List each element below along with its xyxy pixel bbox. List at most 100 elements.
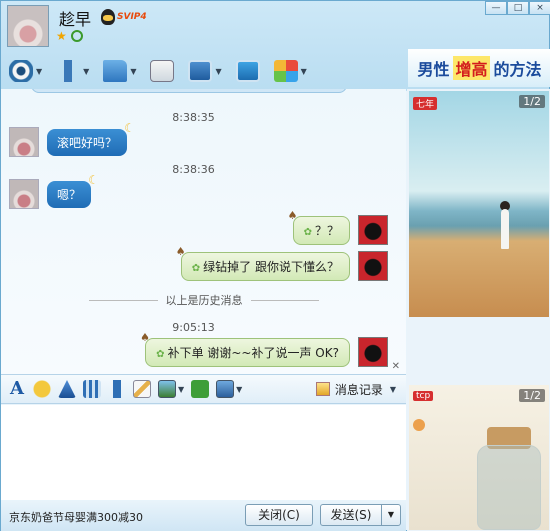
penguin-icon: [101, 9, 115, 25]
doodle-icon[interactable]: [133, 380, 151, 398]
chevron-down-icon[interactable]: ▼: [215, 67, 221, 76]
message-text: 补下单 谢谢~~补了说一声 OK?: [167, 345, 339, 360]
outgoing-message: ♠ ✿ 补下单 谢谢~~补了说一声 OK?: [140, 331, 388, 367]
chevron-down-icon[interactable]: ▼: [83, 67, 89, 76]
history-divider: 以上是历史消息: [89, 292, 319, 308]
apps-icon: [273, 60, 298, 82]
bottom-bar: 京东奶爸节母婴满300减30 关闭(C) 发送(S) ▼: [1, 500, 406, 531]
message-text: ？？: [314, 223, 339, 238]
emoji-icon[interactable]: [33, 380, 51, 398]
beach-photo[interactable]: 七年 1/2: [409, 91, 549, 317]
send-options-button[interactable]: ▼: [381, 504, 401, 526]
remote-desktop-button[interactable]: ▼: [188, 60, 222, 82]
chevron-down-icon[interactable]: ▼: [390, 385, 396, 394]
vip-level-label: SVIP4: [117, 12, 147, 22]
contact-avatar-small[interactable]: [9, 127, 39, 157]
minimize-button[interactable]: —: [485, 1, 507, 15]
sun-doodle: [413, 419, 425, 431]
send-sms-icon: [150, 60, 175, 82]
file-transfer-button[interactable]: ▼: [103, 60, 136, 82]
moon-icon: ☾: [124, 120, 136, 135]
my-avatar[interactable]: [358, 251, 388, 281]
my-avatar[interactable]: [358, 215, 388, 245]
glass-jar-shape: [477, 445, 541, 530]
hat-icon: ♠: [140, 330, 151, 344]
clover-icon: ✿: [303, 226, 312, 238]
message-text: 滚吧好吗？: [57, 135, 118, 150]
message-timestamp: 8:38:35: [172, 111, 215, 124]
message-history[interactable]: 8:38:35 滚吧好吗？ ☾ 8:38:36 嗯？ ☾ ♠ ✿？？ ♠ ✿ 绿…: [1, 89, 406, 374]
font-icon[interactable]: A: [8, 380, 26, 398]
incoming-message: 嗯？ ☾: [9, 173, 99, 209]
file-transfer-icon: [103, 60, 128, 82]
scroll-down-icon[interactable]: ✕: [392, 361, 400, 372]
remote-desktop-icon: [188, 60, 213, 82]
promo-link[interactable]: 京东奶爸节母婴满300减30: [9, 509, 143, 525]
send-image-icon[interactable]: [158, 380, 176, 398]
message-timestamp: 8:38:36: [172, 163, 215, 176]
ad-text-highlight: 增高: [453, 56, 490, 80]
input-toolbar: A ▼ ▼ 消息记录 ▼: [1, 374, 406, 404]
music-icon[interactable]: [191, 380, 210, 398]
magic-expression-icon[interactable]: [58, 380, 76, 398]
webcam-icon: [9, 60, 33, 82]
divider-line: [250, 299, 319, 301]
svip-badge[interactable]: SVIP4: [101, 9, 147, 25]
main-toolbar: ▼ ▼ ▼ ▼ ▼: [1, 53, 313, 89]
page-indicator: 1/2: [519, 95, 545, 108]
message-history-button[interactable]: 消息记录 ▼: [315, 381, 396, 398]
ad-banner[interactable]: 男性 增高 的方法: [408, 49, 550, 87]
message-history-label: 消息记录: [334, 382, 383, 397]
send-button[interactable]: 发送(S): [320, 504, 382, 526]
maximize-button[interactable]: □: [507, 1, 529, 15]
online-status-icon: [70, 30, 83, 42]
chat-window: 趁早 SVIP4 ★ — □ × ▼ ▼ ▼ ▼ ▼ 男性 增高 的方法 8:3…: [0, 0, 550, 531]
history-icon: [315, 382, 330, 396]
chevron-down-icon[interactable]: ▼: [178, 385, 184, 394]
message-bubble[interactable]: 滚吧好吗？ ☾: [47, 121, 135, 156]
close-button[interactable]: 关闭(C): [245, 504, 313, 526]
ad-text-1: 男性: [417, 60, 450, 79]
message-text: 绿钻掉了 跟你说下懂么？: [203, 259, 339, 274]
share-screen-button[interactable]: [235, 60, 260, 82]
outgoing-message: ♠ ✿ 绿钻掉了 跟你说下懂么？: [176, 245, 388, 281]
share-screen-icon: [235, 60, 260, 82]
close-window-button[interactable]: ×: [529, 1, 550, 15]
video-call-button[interactable]: ▼: [9, 60, 42, 82]
previous-message-bubble: [31, 89, 347, 93]
chevron-down-icon[interactable]: ▼: [301, 67, 307, 76]
moon-icon: ☾: [88, 172, 100, 187]
video-clip-icon[interactable]: [83, 380, 101, 398]
right-panel: 七年 1/2 tcp 1/2: [407, 89, 550, 531]
my-avatar[interactable]: [358, 337, 388, 367]
message-bubble[interactable]: ♠ ✿？？: [288, 209, 350, 245]
message-text: 嗯？: [57, 187, 82, 202]
chevron-down-icon[interactable]: ▼: [236, 385, 242, 394]
message-bubble[interactable]: 嗯？ ☾: [47, 173, 99, 208]
photo-tag: tcp: [413, 391, 434, 401]
screenshot-icon[interactable]: [216, 380, 235, 398]
divider-line: [89, 299, 158, 301]
star-icon: ★: [56, 29, 67, 43]
send-sms-button[interactable]: [150, 60, 175, 82]
hat-icon: ♠: [175, 244, 186, 258]
outgoing-message: ♠ ✿？？: [288, 209, 388, 245]
contact-avatar-small[interactable]: [9, 179, 39, 209]
bottle-photo[interactable]: tcp 1/2: [409, 385, 549, 530]
microphone-icon: [56, 60, 81, 82]
hat-icon: ♠: [287, 208, 298, 222]
apps-button[interactable]: ▼: [273, 60, 307, 82]
window-controls: — □ ×: [485, 1, 550, 15]
voice-message-icon[interactable]: [108, 380, 126, 398]
message-bubble[interactable]: ♠ ✿ 绿钻掉了 跟你说下懂么？: [176, 245, 350, 281]
contact-name[interactable]: 趁早: [59, 6, 91, 30]
message-input[interactable]: [1, 405, 406, 500]
contact-avatar[interactable]: [7, 5, 49, 47]
history-divider-label: 以上是历史消息: [165, 294, 243, 307]
chevron-down-icon[interactable]: ▼: [36, 67, 42, 76]
voice-call-button[interactable]: ▼: [56, 60, 89, 82]
page-indicator: 1/2: [519, 389, 545, 402]
message-bubble[interactable]: ♠ ✿ 补下单 谢谢~~补了说一声 OK?: [140, 331, 350, 367]
chevron-down-icon[interactable]: ▼: [130, 67, 136, 76]
status-icons: ★: [56, 29, 83, 43]
